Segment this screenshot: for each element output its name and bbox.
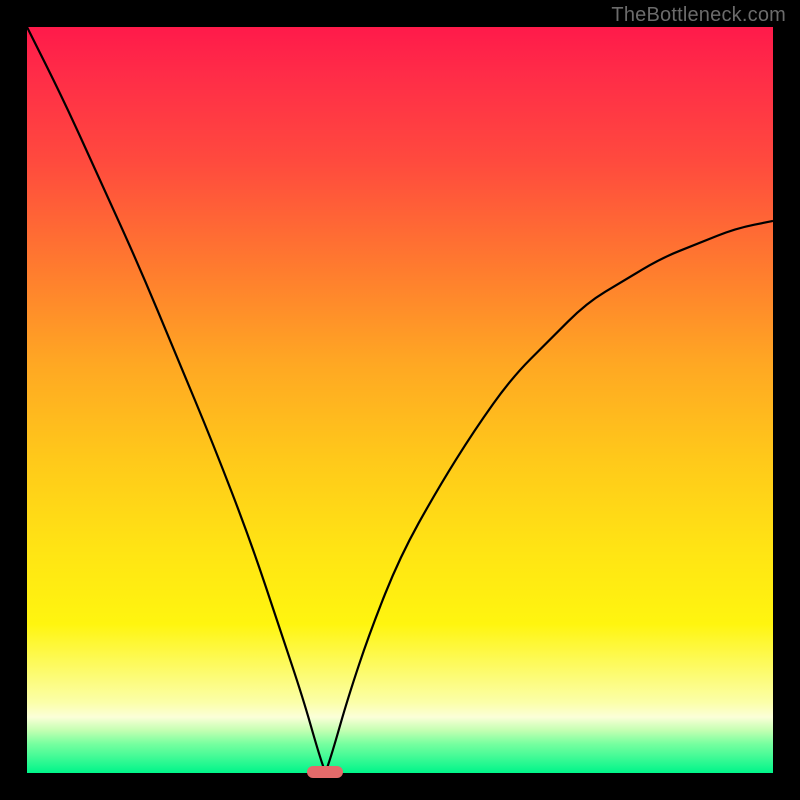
bottleneck-curve — [27, 27, 773, 773]
curve-path — [27, 27, 773, 773]
plot-area — [27, 27, 773, 773]
watermark-text: TheBottleneck.com — [611, 4, 786, 27]
optimal-marker — [307, 766, 343, 778]
